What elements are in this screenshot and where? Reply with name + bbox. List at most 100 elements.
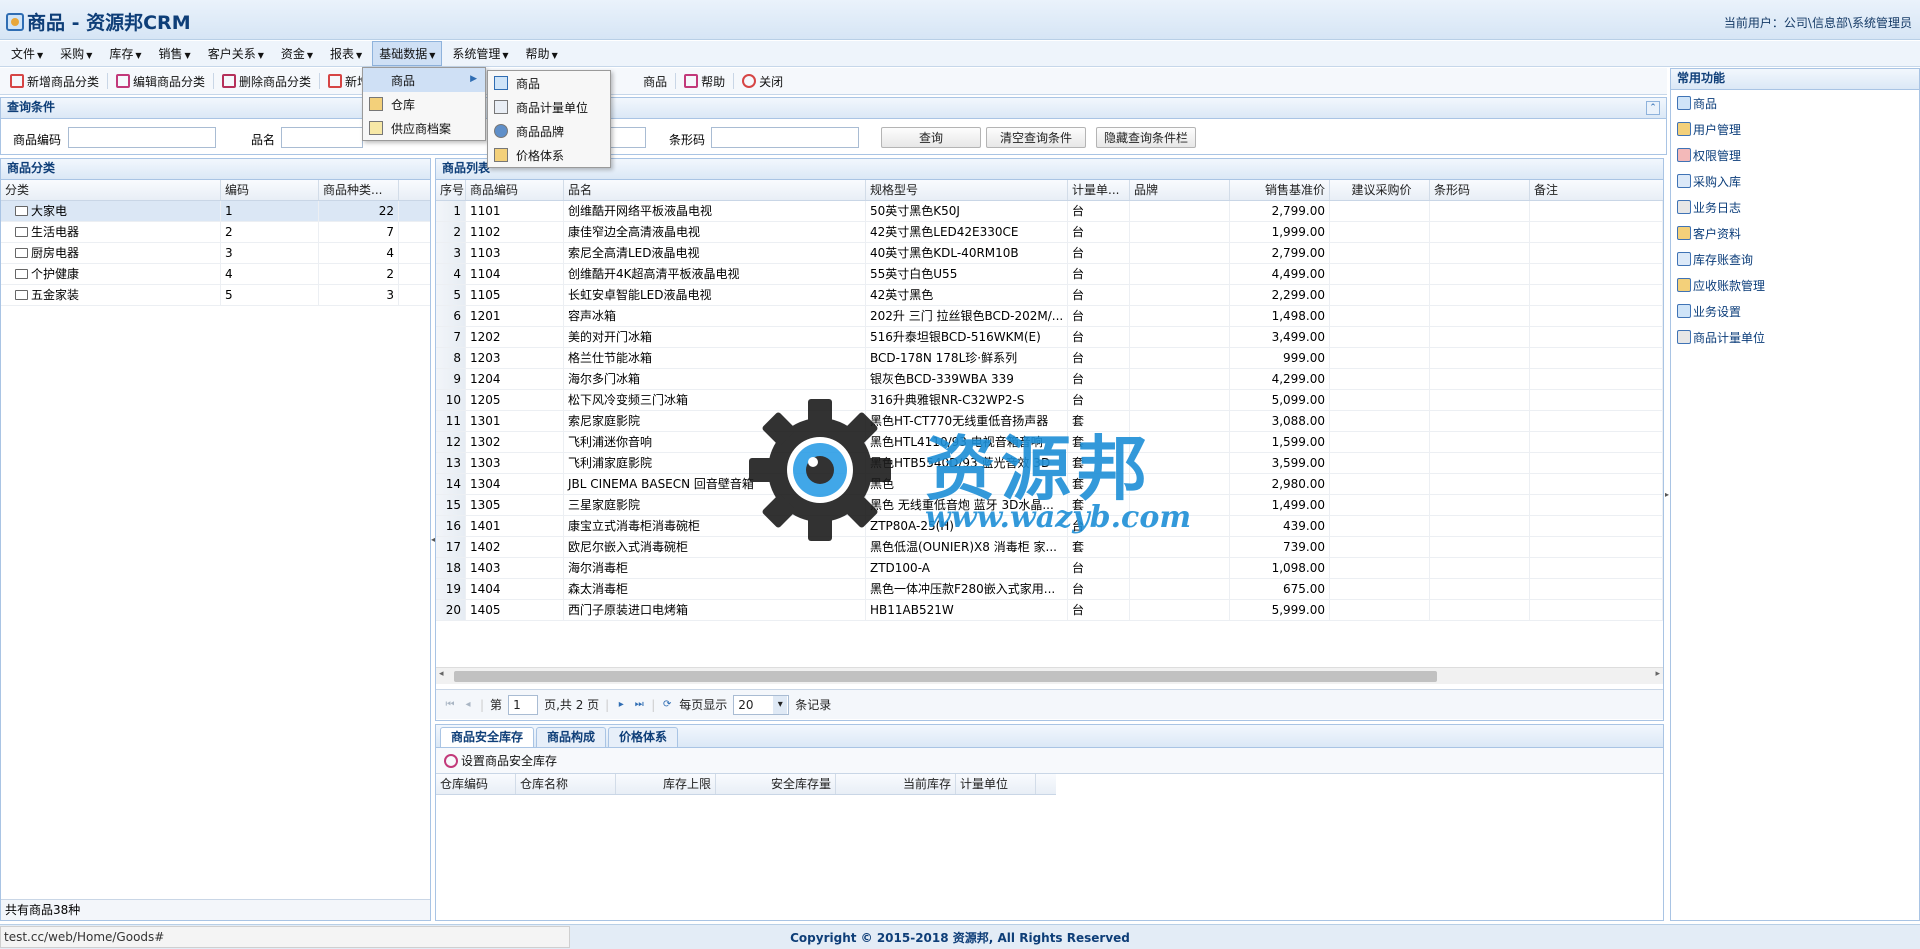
hide-query-button[interactable]: 隐藏查询条件栏 bbox=[1096, 127, 1196, 148]
col-header[interactable]: 备注 bbox=[1530, 180, 1663, 200]
table-row[interactable]: 18 1403 海尔消毒柜 ZTD100-A 台 1,098.00 bbox=[436, 558, 1663, 579]
last-page-icon[interactable]: ⏭ bbox=[633, 699, 645, 711]
col-header[interactable]: 编码 bbox=[221, 180, 319, 200]
col-header[interactable]: 分类 bbox=[1, 180, 221, 200]
search-button[interactable]: 查询 bbox=[881, 127, 981, 148]
first-page-icon[interactable]: ⏮ bbox=[444, 699, 456, 711]
sidebar-item[interactable]: 应收账款管理 bbox=[1671, 272, 1919, 298]
table-row[interactable]: 4 1104 创维酷开4K超高清平板液晶电视 55英寸白色U55 台 4,499.00 bbox=[436, 264, 1663, 285]
collapse-up-icon[interactable]: ⌃ bbox=[1646, 101, 1660, 115]
name-input[interactable] bbox=[281, 127, 363, 148]
code-input[interactable] bbox=[68, 127, 216, 148]
col-header[interactable]: 仓库名称 bbox=[516, 774, 616, 794]
goods-code-cell: 1102 bbox=[466, 222, 564, 242]
page-number-input[interactable]: 1 bbox=[508, 694, 539, 715]
menu-item-warehouse[interactable]: 仓库 bbox=[363, 92, 485, 116]
table-row[interactable]: 10 1205 松下风冷变频三门冰箱 316升典雅银NR-C32WP2-S 台 5,099… bbox=[436, 390, 1663, 411]
table-row[interactable]: 16 1401 康宝立式消毒柜消毒碗柜 ZTP80A-25(H) 台 439.00 bbox=[436, 516, 1663, 537]
table-row[interactable]: 6 1201 容声冰箱 202升 三门 拉丝银色BCD-202M/... 台 1,498.… bbox=[436, 306, 1663, 327]
add-category-button[interactable]: 新增商品分类 bbox=[4, 71, 105, 92]
sidebar-item[interactable]: 商品 bbox=[1671, 90, 1919, 116]
menu-sales[interactable]: 销售 ▼ bbox=[152, 41, 198, 66]
menu-file[interactable]: 文件 ▼ bbox=[4, 41, 50, 66]
scrollbar-thumb[interactable] bbox=[454, 671, 1437, 682]
sidebar-item[interactable]: 客户资料 bbox=[1671, 220, 1919, 246]
col-header[interactable]: 当前库存 bbox=[836, 774, 956, 794]
col-header[interactable]: 商品种类... bbox=[319, 180, 399, 200]
table-row[interactable]: 生活电器 2 7 bbox=[1, 222, 430, 243]
sidebar-item[interactable]: 用户管理 bbox=[1671, 116, 1919, 142]
table-row[interactable]: 11 1301 索尼家庭影院 黑色HT-CT770无线重低音扬声器套 3,088.00 bbox=[436, 411, 1663, 432]
col-header[interactable]: 品名 bbox=[564, 180, 866, 200]
menu-help[interactable]: 帮助 ▼ bbox=[519, 41, 565, 66]
table-row[interactable]: 19 1404 森太消毒柜 黑色一体冲压款F280嵌入式家用... 台 675.00 bbox=[436, 579, 1663, 600]
col-header[interactable]: 品牌 bbox=[1130, 180, 1230, 200]
menu-reports[interactable]: 报表 ▼ bbox=[323, 41, 369, 66]
sidebar-item[interactable]: 业务设置 bbox=[1671, 298, 1919, 324]
submenu-item-unit[interactable]: 商品计量单位 bbox=[488, 95, 610, 119]
table-row[interactable]: 1 1101 创维酷开网络平板液晶电视 50英寸黑色K50J 台 2,799.00 bbox=[436, 201, 1663, 222]
menu-crm[interactable]: 客户关系 ▼ bbox=[201, 41, 271, 66]
col-header[interactable]: 条形码 bbox=[1430, 180, 1530, 200]
scroll-left-icon[interactable]: ◂ bbox=[439, 669, 444, 679]
horizontal-scrollbar[interactable]: ◂ ▸ bbox=[436, 667, 1663, 684]
menu-system[interactable]: 系统管理 ▼ bbox=[445, 41, 515, 66]
prev-page-icon[interactable]: ◂ bbox=[462, 699, 474, 711]
sidebar-item[interactable]: 库存账查询 bbox=[1671, 246, 1919, 272]
submenu-item-goods[interactable]: 商品 bbox=[488, 71, 610, 95]
next-page-icon[interactable]: ▸ bbox=[615, 699, 627, 711]
col-header[interactable]: 销售基准价 bbox=[1230, 180, 1330, 200]
sidebar-item[interactable]: 商品计量单位 bbox=[1671, 324, 1919, 350]
menu-item-goods[interactable]: 商品 ▶ bbox=[363, 68, 485, 92]
table-row[interactable]: 个护健康 4 2 bbox=[1, 264, 430, 285]
delete-category-button[interactable]: 删除商品分类 bbox=[216, 71, 317, 92]
col-header[interactable]: 规格型号 bbox=[866, 180, 1068, 200]
menu-funds[interactable]: 资金 ▼ bbox=[274, 41, 320, 66]
tab-price-system[interactable]: 价格体系 bbox=[608, 727, 679, 747]
table-row[interactable]: 8 1203 格兰仕节能冰箱 BCD-178N 178L珍·鲜系列台 999.00 bbox=[436, 348, 1663, 369]
sidebar-item[interactable]: 业务日志 bbox=[1671, 194, 1919, 220]
table-row[interactable]: 13 1303 飞利浦家庭影院 黑色HTB5540D/93 蓝光音效 3D 套 3,599… bbox=[436, 453, 1663, 474]
col-header[interactable]: 序号 bbox=[436, 180, 466, 200]
table-row[interactable]: 12 1302 飞利浦迷你音响 黑色HTL4110/93 电视音箱音响套 1,599.0… bbox=[436, 432, 1663, 453]
table-row[interactable]: 5 1105 长虹安卓智能LED液晶电视 42英寸黑色台 2,299.00 bbox=[436, 285, 1663, 306]
edit-category-button[interactable]: 编辑商品分类 bbox=[110, 71, 211, 92]
table-row[interactable]: 大家电 1 22 bbox=[1, 201, 430, 222]
page-size-select[interactable]: 20 bbox=[733, 694, 790, 715]
table-row[interactable]: 厨房电器 3 4 bbox=[1, 243, 430, 264]
table-row[interactable]: 五金家装 5 3 bbox=[1, 285, 430, 306]
col-header[interactable]: 库存上限 bbox=[616, 774, 716, 794]
scroll-right-icon[interactable]: ▸ bbox=[1655, 669, 1660, 679]
table-row[interactable]: 2 1102 康佳窄边全高清液晶电视 42英寸黑色LED42E330CE 台 1,999.… bbox=[436, 222, 1663, 243]
sidebar-item[interactable]: 权限管理 bbox=[1671, 142, 1919, 168]
table-row[interactable]: 7 1202 美的对开门冰箱 516升泰坦银BCD-516WKM(E) 台 3,499.0… bbox=[436, 327, 1663, 348]
col-header[interactable]: 仓库编码 bbox=[436, 774, 516, 794]
col-header[interactable]: 计量单位 bbox=[956, 774, 1036, 794]
menu-purchase[interactable]: 采购 ▼ bbox=[53, 41, 99, 66]
tab-safety-stock[interactable]: 商品安全库存 bbox=[440, 727, 535, 747]
table-row[interactable]: 15 1305 三星家庭影院 黑色 无线重低音炮 蓝牙 3D水晶... 套 1,499.0… bbox=[436, 495, 1663, 516]
col-header[interactable]: 建议采购价 bbox=[1330, 180, 1430, 200]
table-row[interactable]: 20 1405 西门子原装进口电烤箱 HB11AB521W 台 5,999.00 bbox=[436, 600, 1663, 621]
close-button[interactable]: 关闭 bbox=[736, 71, 789, 92]
clear-query-button[interactable]: 清空查询条件 bbox=[986, 127, 1086, 148]
help-button[interactable]: 帮助 bbox=[678, 71, 731, 92]
menu-basic-data[interactable]: 基础数据 ▼ bbox=[372, 41, 443, 66]
table-row[interactable]: 14 1304 JBL CINEMA BASECN 回音壁音箱 黑色套 2,980.00 bbox=[436, 474, 1663, 495]
refresh-icon[interactable]: ⟳ bbox=[661, 699, 673, 711]
col-header[interactable]: 安全库存量 bbox=[716, 774, 836, 794]
sidebar-item[interactable]: 采购入库 bbox=[1671, 168, 1919, 194]
barcode-input[interactable] bbox=[711, 127, 859, 148]
table-row[interactable]: 9 1204 海尔多门冰箱 银灰色BCD-339WBA 339 台 4,299.00 bbox=[436, 369, 1663, 390]
col-header[interactable]: 商品编码 bbox=[466, 180, 564, 200]
goods-partial-button[interactable]: 商品 bbox=[637, 71, 673, 92]
table-row[interactable]: 3 1103 索尼全高清LED液晶电视 40英寸黑色KDL-40RM10B 台 2,799… bbox=[436, 243, 1663, 264]
col-header[interactable]: 计量单... bbox=[1068, 180, 1130, 200]
table-row[interactable]: 17 1402 欧尼尔嵌入式消毒碗柜 黑色低温(OUNIER)X8 消毒柜 家... 套… bbox=[436, 537, 1663, 558]
set-safety-stock-button[interactable]: 设置商品安全库存 bbox=[444, 752, 557, 769]
menu-item-supplier[interactable]: 供应商档案 bbox=[363, 116, 485, 140]
menu-inventory[interactable]: 库存 ▼ bbox=[102, 41, 148, 66]
tab-goods-composition[interactable]: 商品构成 bbox=[536, 727, 607, 747]
submenu-item-brand[interactable]: 商品品牌 bbox=[488, 119, 610, 143]
submenu-item-price-system[interactable]: 价格体系 bbox=[488, 143, 610, 167]
